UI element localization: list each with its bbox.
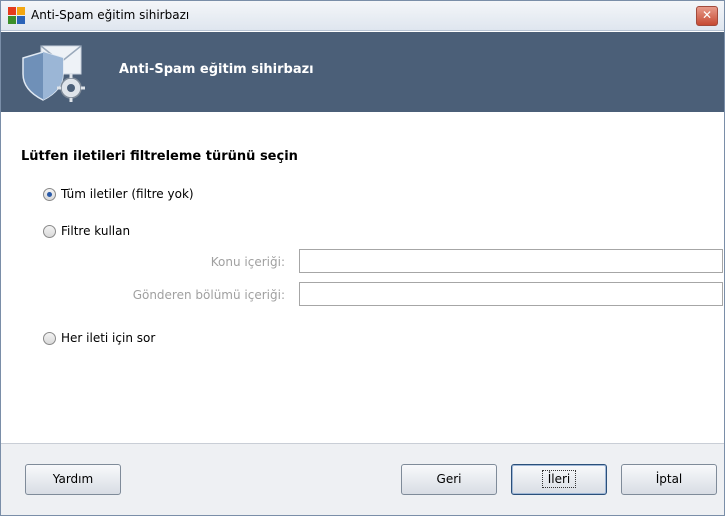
avg-app-icon xyxy=(8,7,25,24)
option-ask-each-label: Her ileti için sor xyxy=(61,331,156,345)
subject-content-field[interactable] xyxy=(299,249,723,273)
sender-content-label: Gönderen bölümü içeriği: xyxy=(132,288,285,302)
sender-content-field[interactable] xyxy=(299,282,723,306)
window-title: Anti-Spam eğitim sihirbazı xyxy=(31,8,190,22)
option-use-filter[interactable]: Filtre kullan xyxy=(43,222,130,240)
cancel-button[interactable]: İptal xyxy=(621,464,717,495)
close-icon: ✕ xyxy=(701,8,713,22)
banner-title: Anti-Spam eğitim sihirbazı xyxy=(119,62,314,77)
help-button[interactable]: Yardım xyxy=(25,464,121,495)
radio-use-filter[interactable] xyxy=(43,224,56,238)
wizard-window: Anti-Spam eğitim sihirbazı ✕ Anti-Spam e… xyxy=(0,0,725,516)
title-bar: Anti-Spam eğitim sihirbazı ✕ xyxy=(1,1,724,31)
filter-type-prompt: Lütfen iletileri filtreleme türünü seçin xyxy=(21,149,298,164)
close-button[interactable]: ✕ xyxy=(696,6,718,26)
radio-all-messages[interactable] xyxy=(43,187,56,201)
radio-ask-each[interactable] xyxy=(43,331,56,345)
next-button[interactable]: İleri xyxy=(511,464,607,495)
next-button-label: İleri xyxy=(541,470,577,488)
option-all-messages[interactable]: Tüm iletiler (filtre yok) xyxy=(43,185,194,203)
option-use-filter-label: Filtre kullan xyxy=(61,224,131,238)
shield-mail-gear-icon xyxy=(22,45,85,102)
button-bar: Yardım Geri İleri İptal xyxy=(1,443,724,515)
option-all-messages-label: Tüm iletiler (filtre yok) xyxy=(61,187,194,201)
wizard-content: Lütfen iletileri filtreleme türünü seçin… xyxy=(1,113,724,443)
header-banner: Anti-Spam eğitim sihirbazı xyxy=(1,32,724,112)
subject-content-label: Konu içeriği: xyxy=(210,255,285,269)
back-button[interactable]: Geri xyxy=(401,464,497,495)
option-ask-each[interactable]: Her ileti için sor xyxy=(43,329,155,347)
